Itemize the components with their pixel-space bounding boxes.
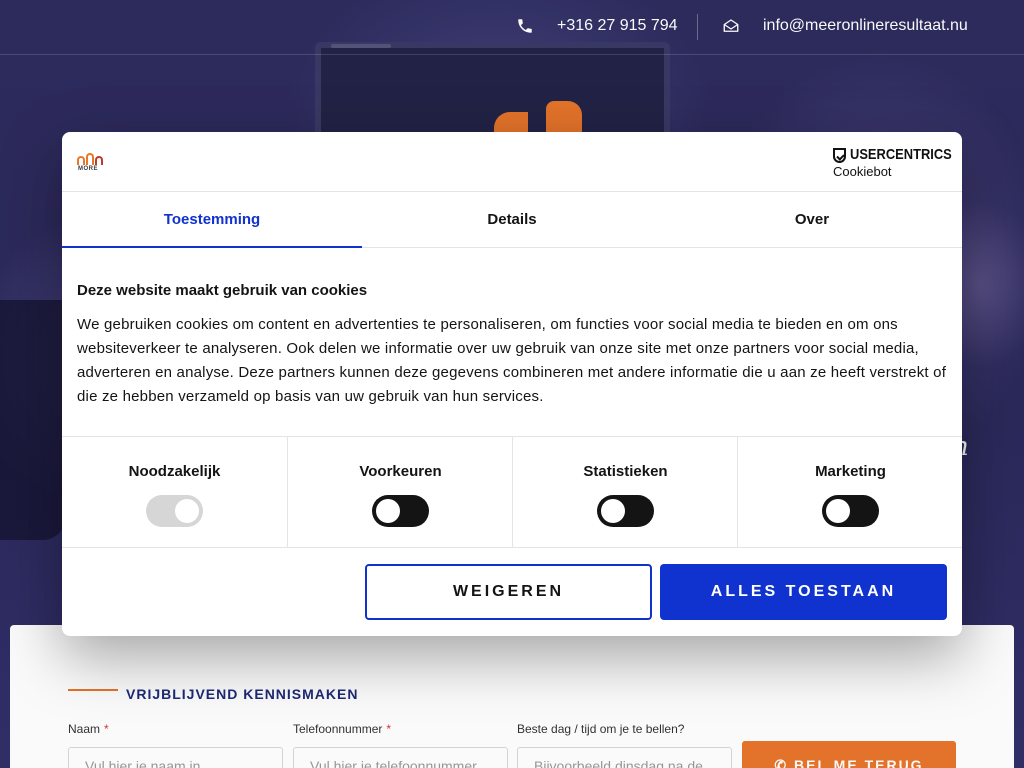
- tab-consent[interactable]: Toestemming: [62, 192, 362, 248]
- pref-statistics: Statistieken: [512, 437, 737, 548]
- statistics-toggle[interactable]: [597, 495, 654, 527]
- pref-label: Statistieken: [583, 463, 668, 480]
- dialog-body: Deze website maakt gebruik van cookies W…: [77, 282, 947, 409]
- cookiebot-wordmark: Cookiebot: [833, 164, 892, 179]
- more-logo: MORE: [77, 152, 103, 174]
- pref-necessary: Noodzakelijk: [62, 437, 287, 548]
- tab-details[interactable]: Details: [362, 192, 662, 248]
- necessary-toggle: [146, 495, 203, 527]
- usercentrics-cookiebot-logo[interactable]: USERCENTRICS Cookiebot: [833, 146, 953, 180]
- dialog-description: We gebruiken cookies om content en adver…: [77, 316, 947, 405]
- pref-label: Marketing: [815, 463, 886, 480]
- preferences-toggle[interactable]: [372, 495, 429, 527]
- dialog-title: Deze website maakt gebruik van cookies: [77, 282, 368, 299]
- cookie-consent-dialog: MORE USERCENTRICS Cookiebot Toestemming …: [62, 132, 962, 636]
- tab-about[interactable]: Over: [662, 192, 962, 248]
- pref-preferences: Voorkeuren: [287, 437, 512, 548]
- consent-preferences: Noodzakelijk Voorkeuren Statistieken Mar…: [62, 436, 962, 548]
- dialog-header: MORE USERCENTRICS Cookiebot: [62, 132, 962, 192]
- marketing-toggle[interactable]: [822, 495, 879, 527]
- usercentrics-wordmark: USERCENTRICS: [850, 146, 952, 163]
- dialog-tabs: Toestemming Details Over: [62, 192, 962, 248]
- pref-label: Noodzakelijk: [128, 463, 221, 480]
- shield-check-icon: [833, 148, 846, 163]
- allow-all-button[interactable]: ALLES TOESTAAN: [660, 564, 947, 620]
- pref-marketing: Marketing: [737, 437, 962, 548]
- decline-button[interactable]: WEIGEREN: [365, 564, 652, 620]
- pref-label: Voorkeuren: [359, 463, 442, 480]
